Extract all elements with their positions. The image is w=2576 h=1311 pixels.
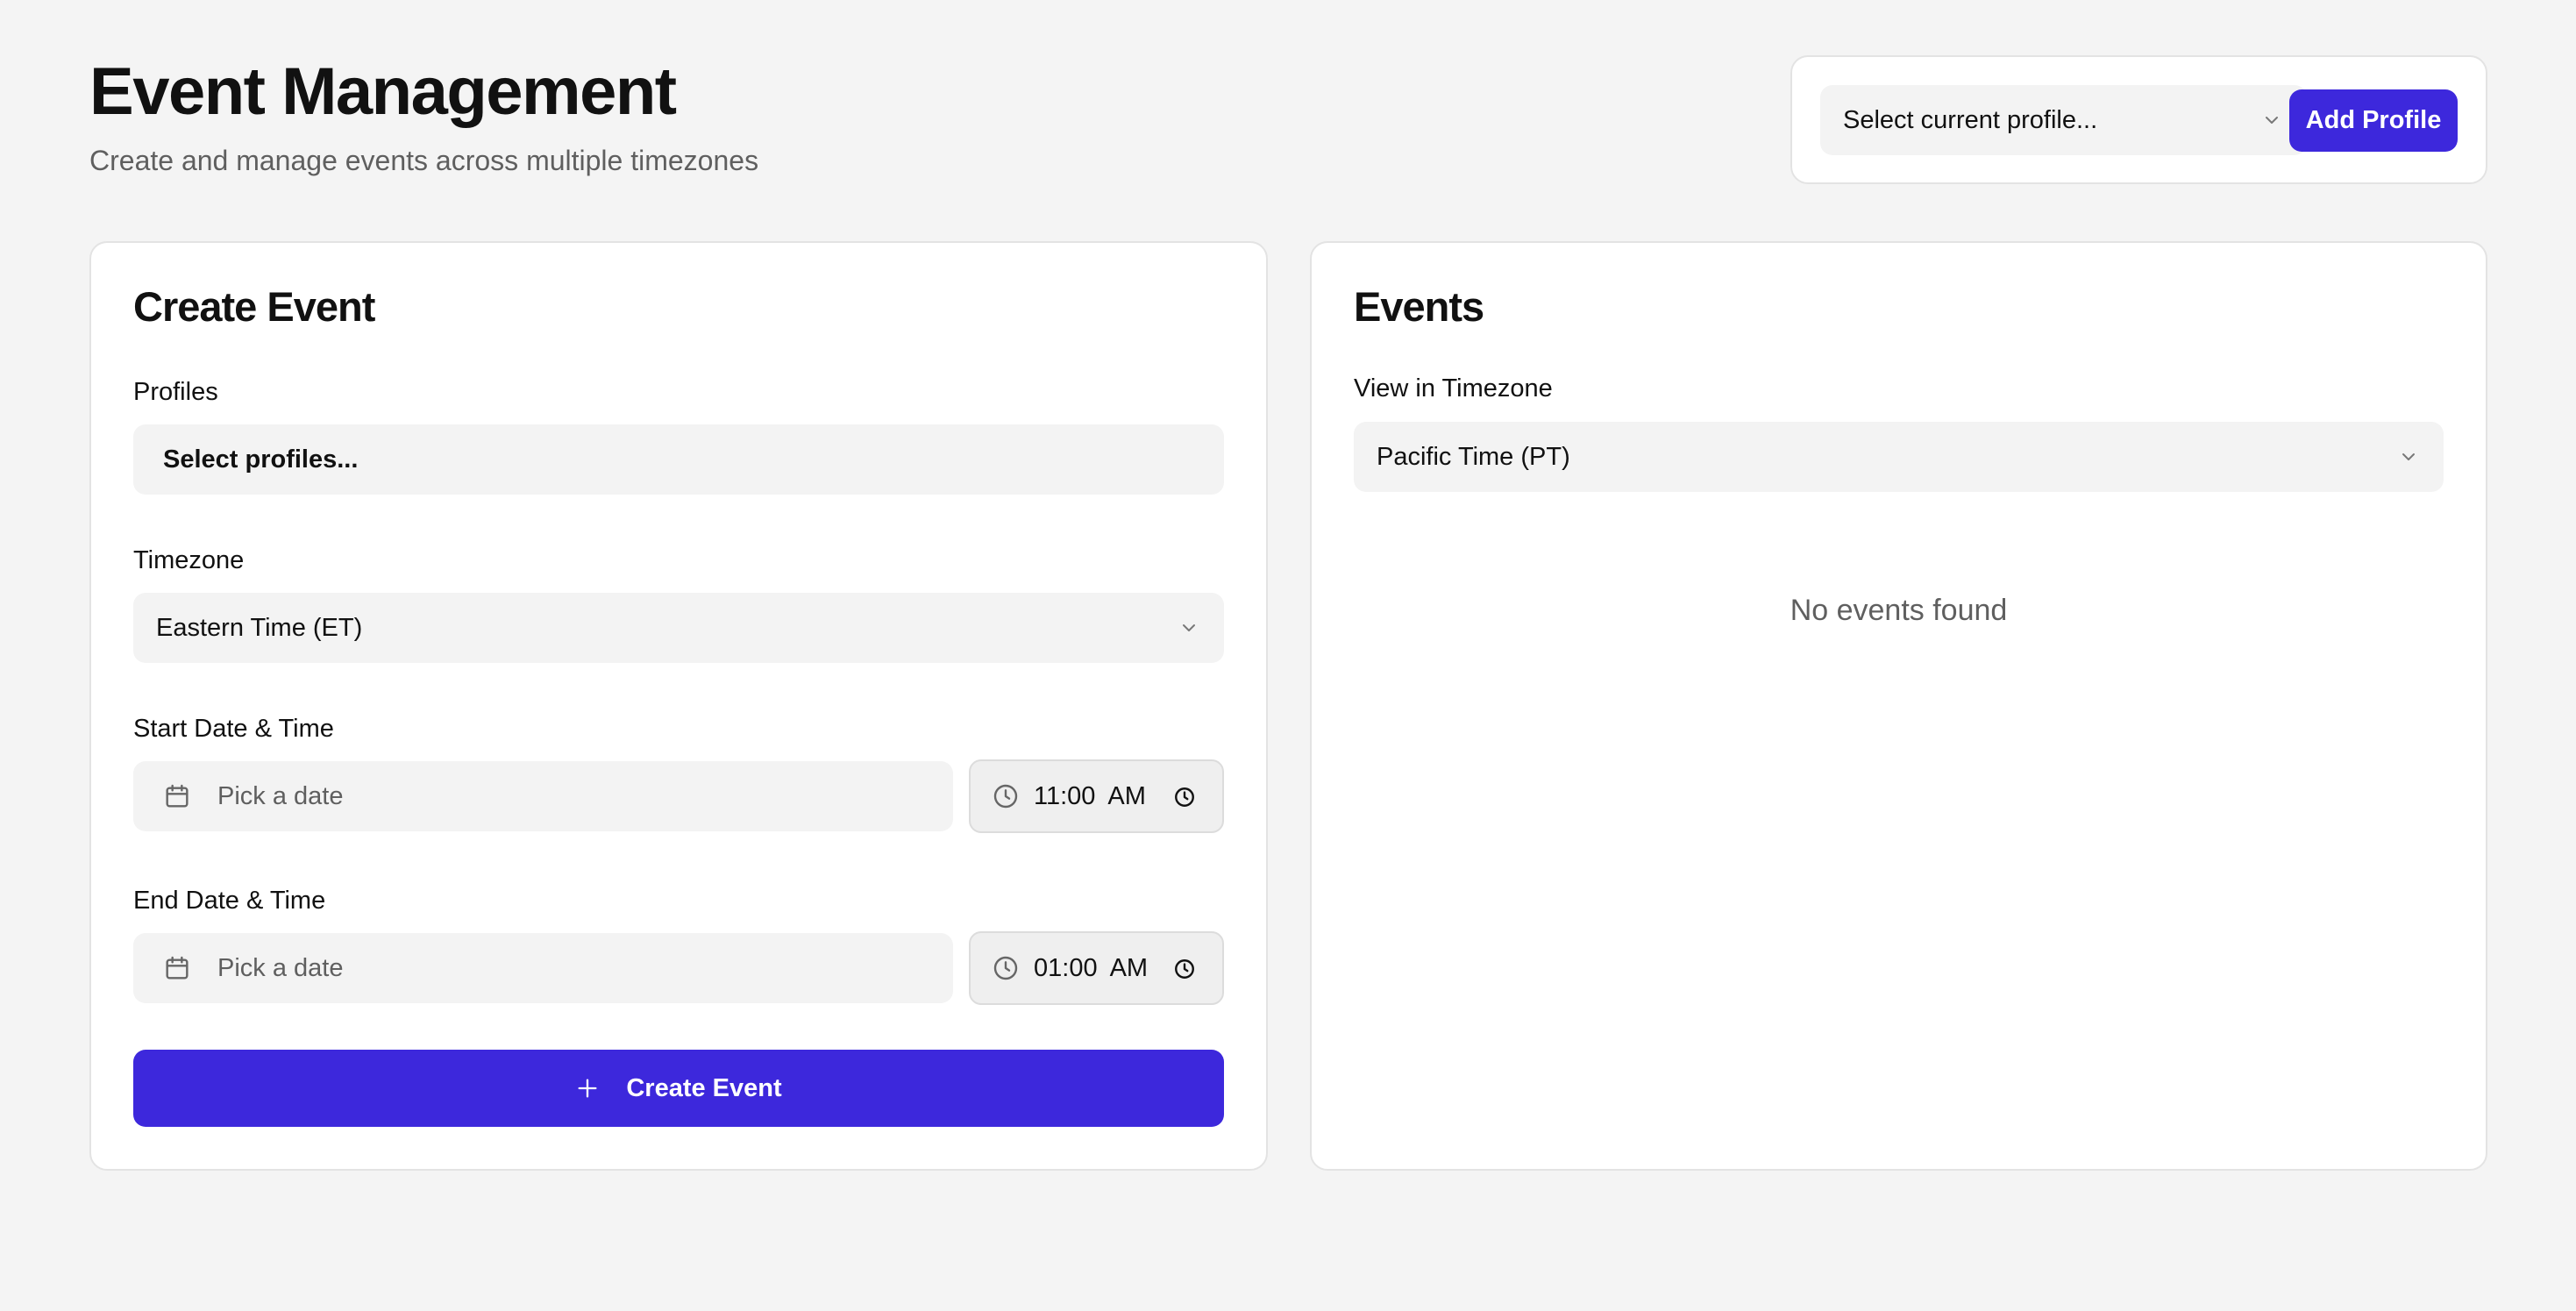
end-time-ampm: AM	[1109, 953, 1149, 982]
timezone-label: Timezone	[133, 546, 245, 574]
clock-icon	[993, 956, 1018, 980]
start-time-input[interactable]: 11:00 AM	[969, 759, 1224, 833]
chevron-down-icon	[2402, 453, 2415, 460]
page-subtitle: Create and manage events across multiple…	[89, 145, 759, 176]
chevron-down-icon	[2266, 117, 2278, 124]
events-empty-state: No events found	[1790, 594, 2008, 627]
plus-icon	[578, 1079, 597, 1098]
start-date-placeholder: Pick a date	[217, 781, 344, 810]
event-management-page: Event Management Create and manage event…	[0, 0, 2576, 1311]
page-title: Event Management	[89, 54, 677, 129]
clock-picker-icon[interactable]	[1173, 786, 1196, 809]
events-card: Events View in Timezone Pacific Time (PT…	[1310, 241, 2487, 1171]
timezone-select[interactable]: Eastern Time (ET)	[133, 593, 1224, 663]
calendar-icon	[166, 784, 189, 808]
end-datetime-label: End Date & Time	[133, 887, 326, 915]
end-date-placeholder: Pick a date	[217, 953, 344, 982]
create-event-button-label: Create Event	[626, 1073, 782, 1102]
end-time-input[interactable]: 01:00 AM	[969, 931, 1224, 1005]
timezone-value: Eastern Time (ET)	[156, 613, 363, 642]
profiles-multiselect[interactable]: Select profiles...	[133, 424, 1224, 495]
add-profile-button[interactable]: Add Profile	[2289, 89, 2458, 152]
current-profile-placeholder: Select current profile...	[1843, 105, 2098, 134]
profile-switcher-card: Select current profile... Add Profile	[1790, 55, 2487, 184]
current-profile-select[interactable]: Select current profile...	[1820, 85, 2307, 155]
clock-picker-icon[interactable]	[1173, 958, 1196, 980]
view-timezone-label: View in Timezone	[1354, 374, 1553, 403]
start-datetime-label: Start Date & Time	[133, 715, 334, 743]
events-title: Events	[1354, 283, 1484, 330]
create-event-button[interactable]: Create Event	[133, 1050, 1224, 1127]
chevron-down-icon	[1183, 624, 1195, 631]
create-event-title: Create Event	[133, 283, 375, 330]
profiles-placeholder: Select profiles...	[163, 445, 359, 474]
start-time-value: 11:00	[1034, 781, 1096, 810]
create-event-card: Create Event Profiles Select profiles...…	[89, 241, 1268, 1171]
view-timezone-value: Pacific Time (PT)	[1377, 442, 1570, 471]
end-date-picker[interactable]: Pick a date	[133, 933, 953, 1003]
start-date-picker[interactable]: Pick a date	[133, 761, 953, 831]
clock-icon	[993, 784, 1018, 809]
view-timezone-select[interactable]: Pacific Time (PT)	[1354, 422, 2444, 492]
calendar-icon	[166, 956, 189, 980]
start-time-ampm: AM	[1107, 781, 1146, 810]
profiles-label: Profiles	[133, 378, 218, 406]
end-time-value: 01:00	[1034, 953, 1098, 982]
